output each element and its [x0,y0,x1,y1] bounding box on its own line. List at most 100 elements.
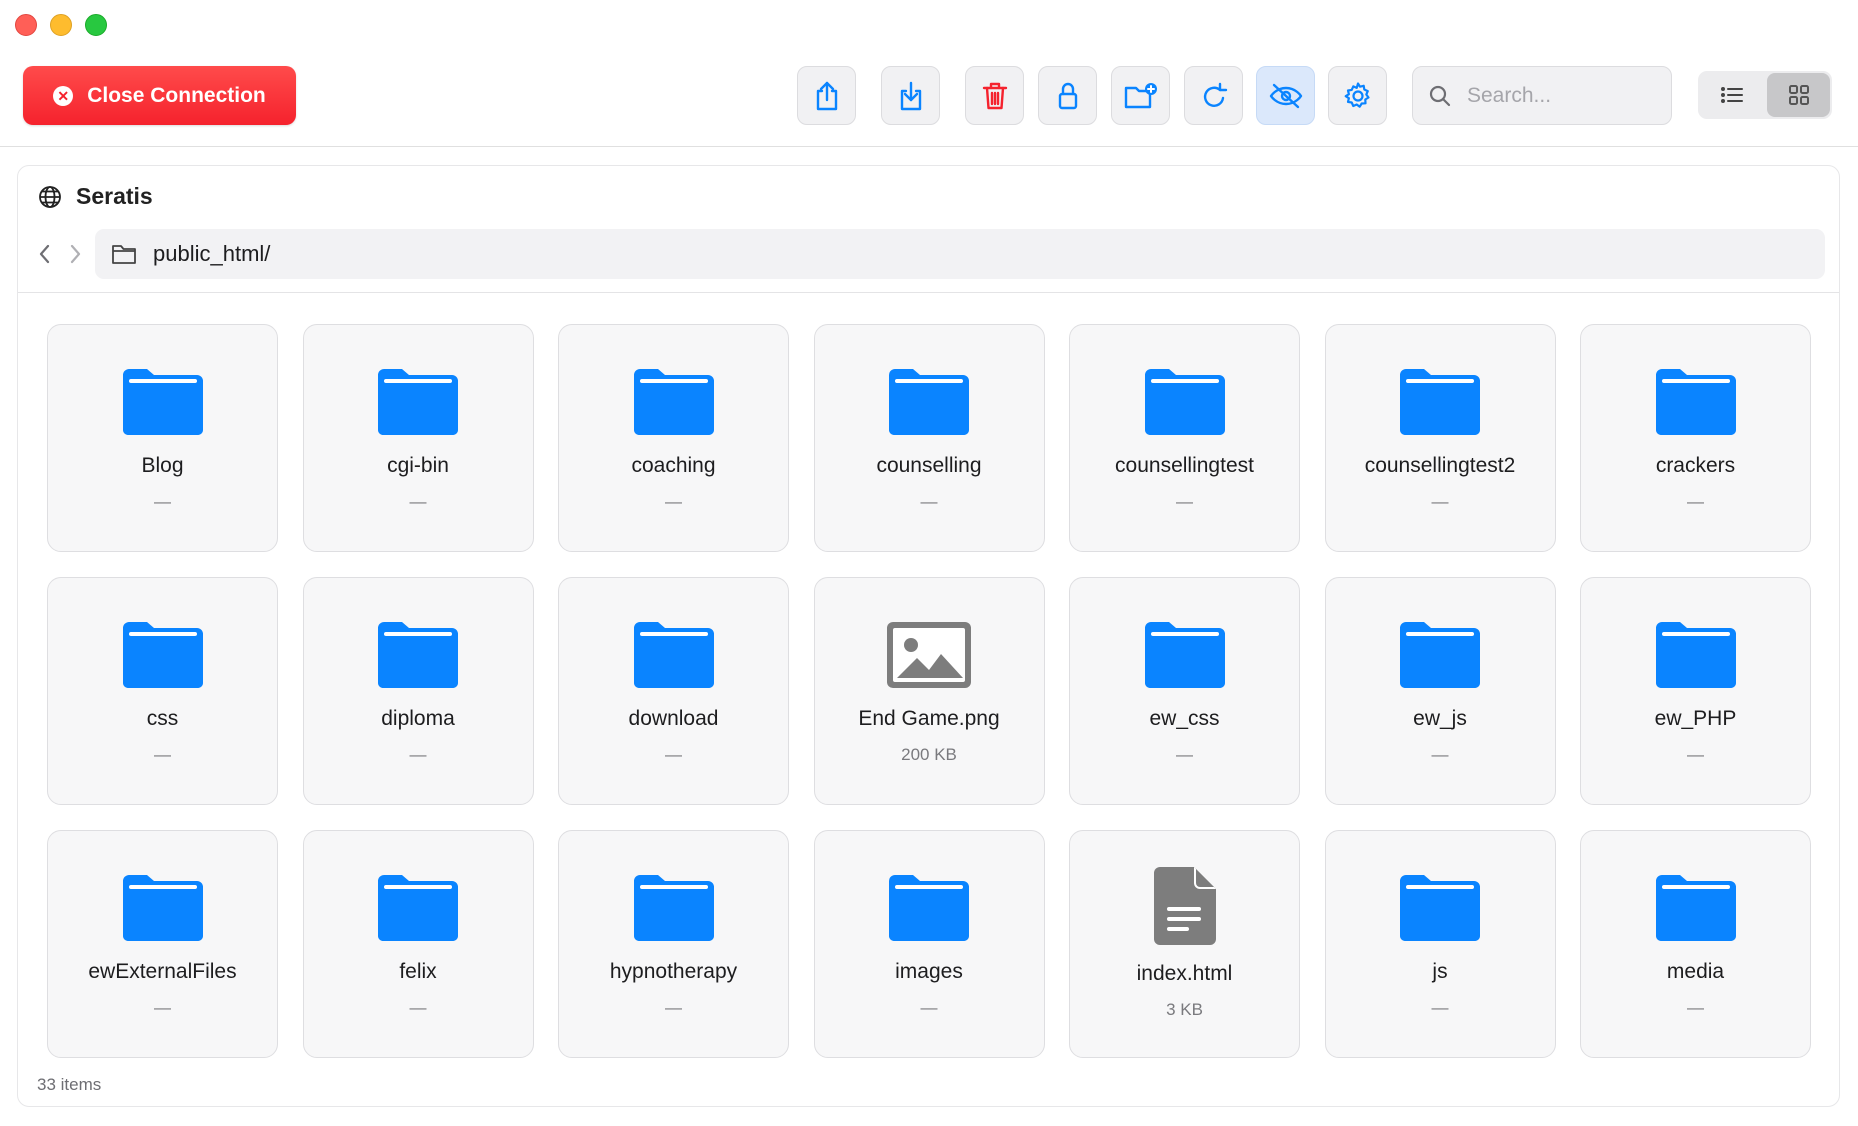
permissions-button[interactable] [1038,66,1097,125]
delete-button[interactable] [965,66,1024,125]
file-name: felix [399,960,437,983]
tile-icon [887,620,971,688]
current-path: public_html/ [153,241,271,266]
download-button[interactable] [881,66,940,125]
file-tile[interactable]: cgi-bin — [302,324,534,552]
settings-button[interactable] [1328,66,1387,125]
tile-icon [1153,867,1216,945]
window-zoom-button[interactable] [85,14,107,36]
tile-icon [378,620,458,688]
tile-icon [633,367,714,435]
list-icon [1720,87,1743,103]
grid-view-button[interactable] [1767,73,1830,117]
tile-icon [1655,620,1736,688]
file-size: — [920,998,938,1017]
file-name: hypnotherapy [609,960,738,983]
search-input[interactable] [1465,82,1659,109]
server-header: Seratis [38,183,153,210]
file-size: — [409,745,427,764]
file-tile[interactable]: ewExternalFiles — [47,830,278,1058]
file-tile[interactable]: coaching — [558,324,789,552]
file-name: index.html [1136,962,1233,985]
share-upload-icon [816,81,837,110]
file-tile[interactable]: ew_js — [1324,577,1556,805]
file-size: 200 KB [901,745,957,764]
folder-icon [1655,369,1736,435]
new-folder-button[interactable] [1111,66,1170,125]
file-tile[interactable]: crackers — [1580,324,1811,552]
item-count: 33 items [37,1075,102,1094]
folder-icon [1400,875,1480,941]
file-name: counselling [876,454,982,477]
file-size: — [1687,745,1704,764]
tile-icon [889,367,969,435]
file-size: — [154,745,171,764]
file-size: — [665,745,682,764]
file-tile[interactable]: css — [47,577,278,805]
file-name: images [895,960,963,983]
document-icon [1153,867,1216,945]
list-view-button[interactable] [1700,73,1763,117]
tile-icon [1144,620,1225,688]
file-tile[interactable]: diploma — [302,577,534,805]
file-name: js [1432,960,1448,983]
file-size: — [1176,745,1193,764]
file-tile[interactable]: ew_css — [1069,577,1300,805]
app-window: ✕ Close Connection Search... Seratis pub… [0,0,1858,1126]
tile-icon [1400,620,1480,688]
file-name: ewExternalFiles [88,960,237,983]
refresh-button[interactable] [1184,66,1243,125]
forward-button[interactable] [60,228,90,280]
folder-icon [633,622,714,688]
file-size: — [920,492,938,511]
window-close-button[interactable] [15,14,37,36]
file-name: diploma [381,707,455,730]
file-tile[interactable]: images — [813,830,1045,1058]
file-tile[interactable]: ew_PHP — [1580,577,1811,805]
file-tile[interactable]: media — [1580,830,1811,1058]
search-icon [1429,85,1451,106]
server-name: Seratis [76,183,153,209]
search-box[interactable] [1412,66,1672,125]
file-name: download [628,707,719,730]
file-tile[interactable]: felix — [302,830,534,1058]
close-connection-button[interactable]: ✕ Close Connection [23,66,296,125]
file-tile[interactable]: counsellingtest — [1069,324,1300,552]
tile-icon [1655,873,1736,941]
upload-button[interactable] [797,66,856,125]
folder-icon [889,369,969,435]
tile-icon [122,620,203,688]
file-size: — [154,492,171,511]
folder-icon [633,369,714,435]
folder-icon [122,622,203,688]
file-name: crackers [1655,454,1736,477]
file-tile[interactable]: download — [558,577,789,805]
file-name: counsellingtest [1115,454,1254,477]
folder-outline-icon [112,245,136,264]
path-field[interactable]: public_html/ [95,229,1825,279]
close-circle-icon: ✕ [53,85,74,106]
file-tile[interactable]: js — [1324,830,1556,1058]
folder-icon [889,875,969,941]
folder-icon [122,369,203,435]
image-file-icon [887,622,971,688]
file-tile[interactable]: counsellingtest2 — [1324,324,1556,552]
file-name: Blog [141,454,184,477]
window-minimize-button[interactable] [50,14,72,36]
tile-icon [633,620,714,688]
tile-icon [889,873,969,941]
file-size: — [665,998,682,1017]
file-tile[interactable]: Blog — [47,324,278,552]
file-tile[interactable]: counselling — [813,324,1045,552]
toggle-hidden-button[interactable] [1256,66,1315,125]
traffic-lights [15,14,107,36]
file-tile[interactable]: hypnotherapy — [558,830,789,1058]
tile-icon [1400,873,1480,941]
back-button[interactable] [30,228,60,280]
gear-icon [1344,81,1370,108]
grid-icon [1788,85,1809,105]
file-tile[interactable]: index.html 3 KB [1069,830,1300,1058]
file-tile[interactable]: End Game.png 200 KB [813,577,1045,805]
file-name: media [1666,960,1725,983]
file-size: 3 KB [1166,1000,1203,1019]
